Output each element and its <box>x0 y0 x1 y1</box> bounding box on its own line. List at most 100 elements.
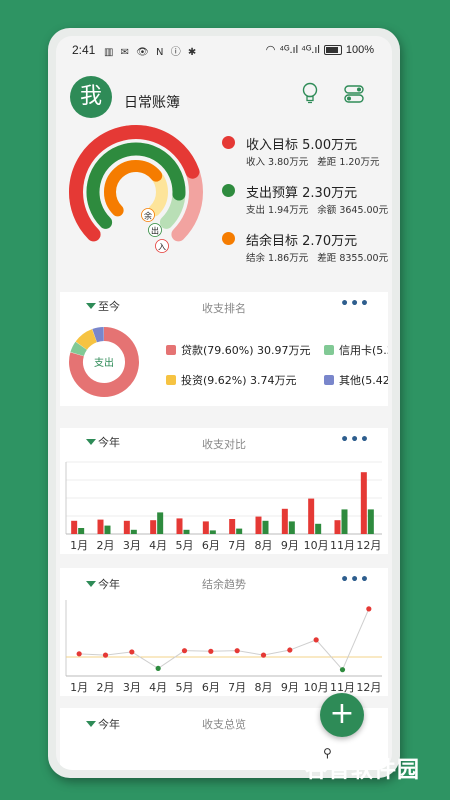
bar[interactable] <box>367 509 374 534</box>
legend-credit[interactable]: 信用卡(5.3 <box>324 342 388 358</box>
income-gap-label: 差距 <box>317 157 337 168</box>
toggle-icon[interactable] <box>344 84 364 104</box>
balance-gap-value: 8355.00元 <box>339 253 389 264</box>
expense-detail-label: 支出 <box>246 205 266 216</box>
income-gap-value: 1.20万元 <box>339 157 380 168</box>
trend-point[interactable] <box>155 665 161 671</box>
bar[interactable] <box>315 523 322 534</box>
trend-line <box>79 608 370 671</box>
bar[interactable] <box>157 512 164 534</box>
bar[interactable] <box>288 521 295 534</box>
bar[interactable] <box>104 525 111 534</box>
compare-more-icon[interactable]: ••• <box>340 432 370 448</box>
bar[interactable] <box>236 528 243 534</box>
balance-detail-label: 结余 <box>246 253 266 264</box>
balance-dot <box>222 232 235 245</box>
trend-point[interactable] <box>366 606 372 612</box>
trend-point[interactable] <box>208 648 214 654</box>
x-tick-label: 5月 <box>176 539 194 552</box>
trend-point[interactable] <box>339 667 346 673</box>
trend-point[interactable] <box>102 652 109 658</box>
bar[interactable] <box>97 519 104 534</box>
bar[interactable] <box>150 520 157 534</box>
x-tick-label: 3月 <box>123 681 141 694</box>
compare-title: 收支对比 <box>202 438 246 451</box>
x-tick-label: 11月 <box>330 539 355 552</box>
book-title[interactable]: 日常账簿 <box>124 92 180 112</box>
x-tick-label: 5月 <box>176 681 194 694</box>
bar[interactable] <box>308 498 315 534</box>
compare-bar-chart[interactable]: 1月 2月 3月 4月 5月 6月 7月 8月 9月 10月 11月 12月 <box>60 454 388 554</box>
invest-swatch <box>166 375 176 385</box>
app-screen: 2:41 ▥ ✉ 👁 N ⓘ ✱ ◠ ⁴ᴳ.ıl ⁴ᴳ.ıl 100% 我 日常… <box>56 36 392 770</box>
watermark-text: 谷普软件园 <box>305 758 421 783</box>
x-tick-label: 4月 <box>149 681 167 694</box>
bar[interactable] <box>176 518 183 534</box>
compare-card: 今年 收支对比 ••• 1月 2月 3月 4月 5月 6月 7月 8月 9月 10月 11月 12月 <box>60 428 388 554</box>
bar[interactable] <box>262 520 269 534</box>
expense-detail-value: 1.94万元 <box>268 205 309 216</box>
ranking-card: 至今 收支排名 ••• 支出 贷款(79.60%) 30.97万元 信用卡(5.… <box>60 292 388 406</box>
bar[interactable] <box>183 529 190 534</box>
trend-point[interactable] <box>313 637 319 643</box>
balance-gap-label: 差距 <box>317 253 337 264</box>
donut-center-label: 支出 <box>94 356 114 369</box>
balance-ring[interactable] <box>104 160 163 217</box>
invest-label: 投资(9.62%) 3.74万元 <box>181 374 297 387</box>
trend-point[interactable] <box>287 647 293 653</box>
battery-icon <box>323 44 342 55</box>
avatar[interactable]: 我 <box>70 76 112 118</box>
income-amount: 5.00万元 <box>302 138 358 153</box>
battery-level: 100% <box>345 43 374 56</box>
trend-point[interactable] <box>129 649 135 655</box>
x-tick-label: 10月 <box>304 681 329 694</box>
x-tick-label: 6月 <box>202 681 220 694</box>
add-record-button[interactable]: + <box>320 693 364 737</box>
income-detail-value: 3.80万元 <box>268 157 309 168</box>
expense-gap-value: 3645.00元 <box>339 205 389 216</box>
x-tick-label: 2月 <box>97 681 115 694</box>
ranking-donut[interactable]: 支出 <box>64 322 144 402</box>
trend-point[interactable] <box>76 651 82 657</box>
donut-slice[interactable] <box>70 341 88 357</box>
bar[interactable] <box>71 520 78 534</box>
bar[interactable] <box>123 520 130 534</box>
balance-detail-value: 1.86万元 <box>268 253 309 264</box>
legend-loan[interactable]: 贷款(79.60%) 30.97万元 <box>166 342 311 358</box>
bar[interactable] <box>255 516 262 534</box>
x-tick-label: 7月 <box>228 539 246 552</box>
trend-more-icon[interactable]: ••• <box>340 572 370 588</box>
donut-slice[interactable] <box>92 327 105 343</box>
loan-swatch <box>166 345 176 355</box>
x-tick-label: 4月 <box>149 539 167 552</box>
x-tick-label: 8月 <box>255 681 273 694</box>
bar[interactable] <box>229 519 236 534</box>
balance-title: 结余目标 <box>246 234 299 249</box>
balance-amount: 2.70万元 <box>302 234 358 249</box>
expense-gap-label: 余额 <box>317 205 337 216</box>
trend-point[interactable] <box>181 648 188 654</box>
ranking-more-icon[interactable]: ••• <box>340 296 370 312</box>
legend-other[interactable]: 其他(5.42% <box>324 372 388 388</box>
trend-line-chart[interactable]: 1月 2月 3月 4月 5月 6月 7月 8月 9月 10月 11月 12月 <box>60 594 388 694</box>
x-tick-label: 12月 <box>356 681 381 694</box>
legend-invest[interactable]: 投资(9.62%) 3.74万元 <box>166 372 297 388</box>
x-tick-label: 9月 <box>281 539 299 552</box>
trend-point[interactable] <box>260 652 267 658</box>
bar[interactable] <box>281 508 288 534</box>
bar[interactable] <box>130 529 137 534</box>
lightbulb-icon[interactable] <box>300 82 320 104</box>
trend-point[interactable] <box>234 648 240 654</box>
bar[interactable] <box>209 530 216 534</box>
status-time: 2:41 <box>72 43 96 57</box>
donut-slice[interactable] <box>75 329 98 351</box>
bar[interactable] <box>360 472 367 534</box>
x-tick-label: 3月 <box>123 539 141 552</box>
bar[interactable] <box>202 521 209 534</box>
credit-label: 信用卡(5.3 <box>339 344 388 357</box>
bar[interactable] <box>334 520 341 534</box>
bar[interactable] <box>78 528 85 534</box>
magnifier-icon: ⚲ <box>323 746 333 760</box>
other-swatch <box>324 375 334 385</box>
bar[interactable] <box>341 509 348 534</box>
